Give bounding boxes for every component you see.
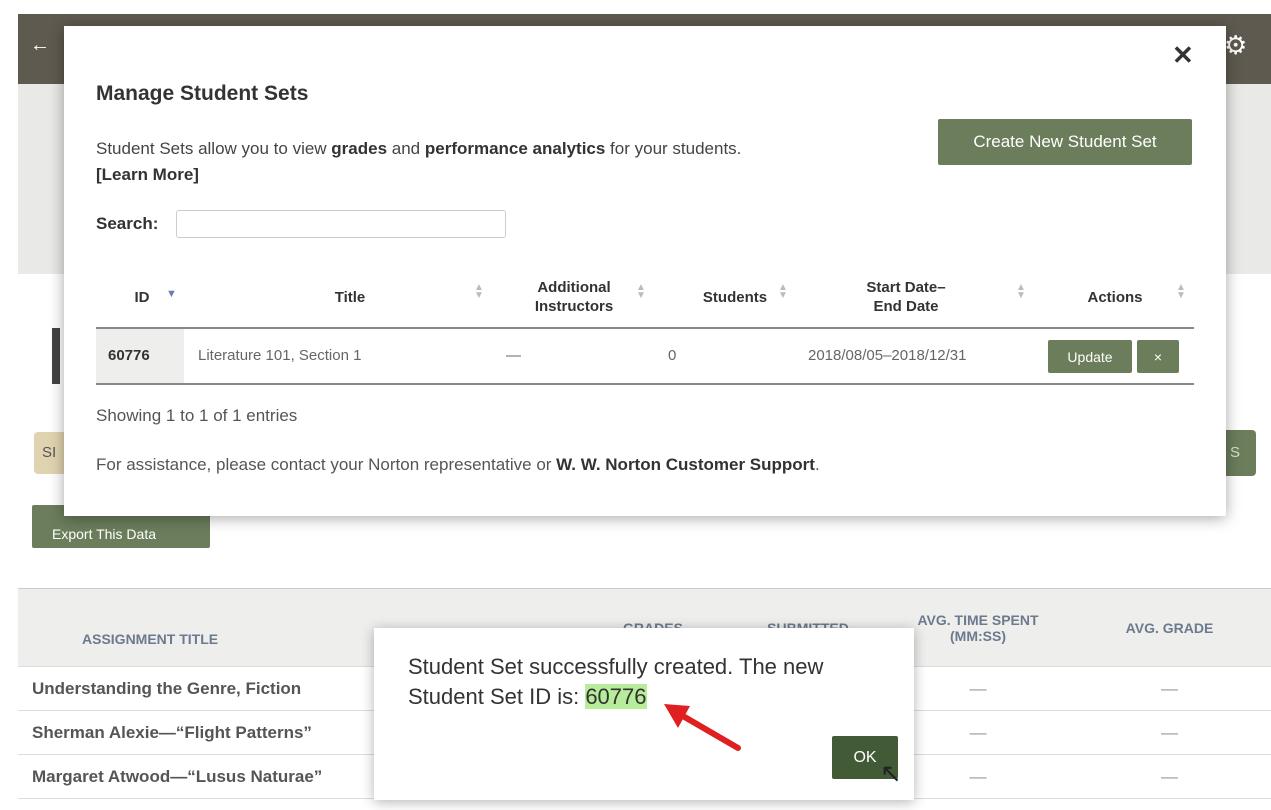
col-avg-time[interactable]: AVG. TIME SPENT (MM:SS) [888,588,1068,667]
sort-icon[interactable]: ▲ ▼ [474,283,484,301]
student-set-dates: 2018/08/05–2018/12/31 [808,347,967,364]
avg-time-cell: — [888,666,1068,711]
sort-icon[interactable]: ▲ ▼ [1176,283,1186,301]
student-set-instructors: — [506,347,521,364]
delete-button[interactable]: × [1137,340,1179,373]
divider [96,327,1194,329]
new-set-id-highlight: 60776 [585,684,647,709]
sort-icon[interactable]: ▲ ▼ [778,283,788,301]
close-icon[interactable]: ✕ [1172,40,1194,71]
col-title[interactable]: Title [290,266,410,328]
col-actions[interactable]: Actions [1070,266,1160,328]
learn-more-link[interactable]: [Learn More] [96,165,199,184]
student-set-title: Literature 101, Section 1 [198,347,362,364]
col-students[interactable]: Students [680,266,790,328]
sort-icon[interactable]: ▲ ▼ [636,283,646,301]
modal-title: Manage Student Sets [96,82,309,105]
divider [96,383,1194,385]
mouse-pointer-icon: ↖ [880,758,902,788]
col-id[interactable]: ID [112,266,172,328]
search-input[interactable] [176,210,506,238]
avg-grade-cell: — [1068,710,1271,755]
back-arrow-icon[interactable]: ← [30,34,50,57]
student-set-students: 0 [668,347,677,364]
update-button[interactable]: Update [1048,340,1132,373]
col-dates[interactable]: Start Date– End Date [846,266,966,328]
avg-grade-cell: — [1068,754,1271,799]
settings-gear-icon[interactable]: ⚙ [1224,30,1247,61]
col-additional-instructors[interactable]: Additional Instructors [516,266,632,328]
avg-grade-cell: — [1068,666,1271,711]
page-heading-fragment [52,328,60,384]
entries-info: Showing 1 to 1 of 1 entries [96,406,298,425]
sort-icon[interactable]: ▲ ▼ [1016,283,1026,301]
avg-time-cell: — [888,710,1068,755]
red-arrow-icon [664,704,741,751]
customer-support-link[interactable]: W. W. Norton Customer Support [556,455,815,474]
search-label: Search: [96,214,159,233]
sort-desc-icon[interactable]: ▼ [166,289,177,300]
student-set-id: 60776 [108,347,150,364]
col-avg-grade[interactable]: AVG. GRADE [1068,588,1271,667]
create-student-set-button[interactable]: Create New Student Set [938,119,1192,165]
alert-message: Student Set successfully created. The ne… [408,654,824,709]
modal-description: Student Sets allow you to view grades an… [96,139,742,184]
avg-time-cell: — [888,754,1068,799]
assistance-text: For assistance, please contact your Nort… [96,455,820,474]
